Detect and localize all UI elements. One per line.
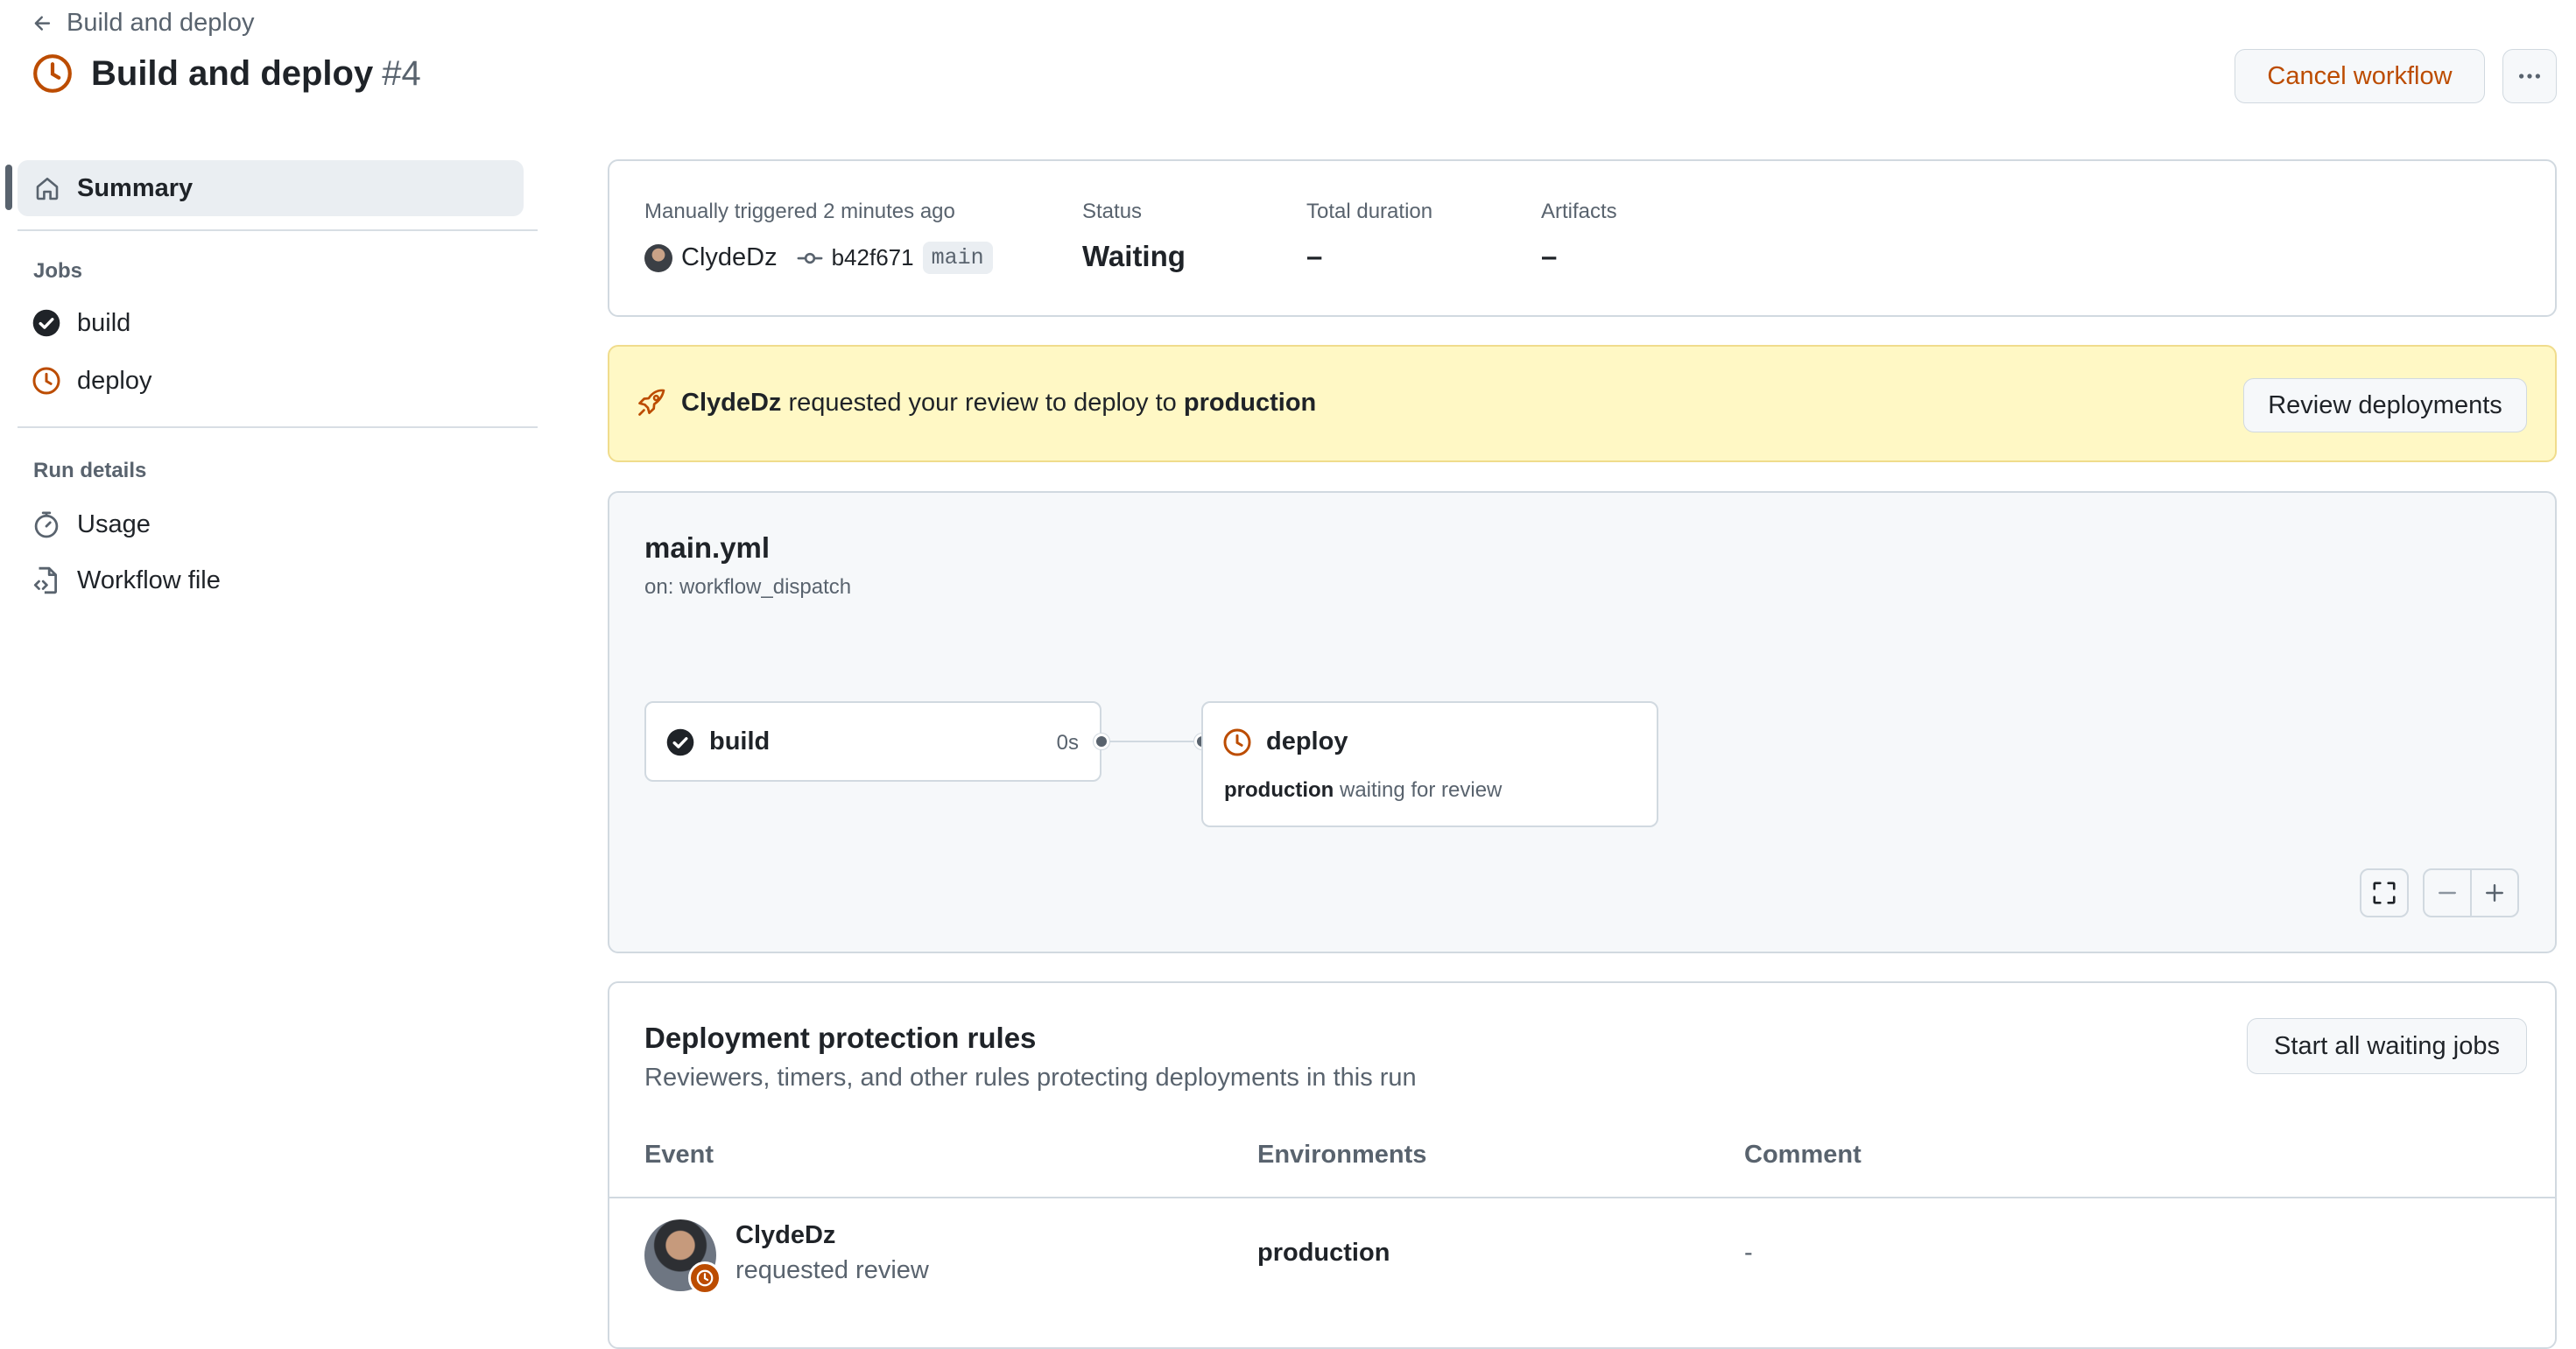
column-header-event: Event xyxy=(644,1141,714,1169)
more-options-button[interactable] xyxy=(2502,49,2557,103)
sidebar-item-label: Workflow file xyxy=(77,566,221,594)
review-deployments-button[interactable]: Review deployments xyxy=(2243,378,2527,432)
screen-full-icon xyxy=(2371,880,2397,906)
plus-icon xyxy=(2482,881,2507,905)
job-connector-line xyxy=(1101,741,1207,742)
check-circle-icon xyxy=(665,727,695,757)
cancel-workflow-button[interactable]: Cancel workflow xyxy=(2235,49,2485,103)
run-summary-card: Manually triggered 2 minutes ago ClydeDz… xyxy=(608,159,2557,317)
branch-tag[interactable]: main xyxy=(922,242,993,274)
job-name: build xyxy=(709,727,771,755)
page-title: Build and deploy #4 xyxy=(32,53,421,95)
column-header-environments: Environments xyxy=(1257,1141,1427,1169)
git-commit-icon xyxy=(797,245,823,271)
row-action: requested review xyxy=(735,1256,929,1284)
stopwatch-icon xyxy=(32,509,61,539)
actor-commit-row: ClydeDz b42f671 main xyxy=(644,242,993,274)
commit-sha[interactable]: b42f671 xyxy=(832,244,914,271)
back-link[interactable]: Build and deploy xyxy=(32,9,254,38)
zoom-in-button[interactable] xyxy=(2470,868,2519,917)
actor-name[interactable]: ClydeDz xyxy=(681,243,778,272)
workflow-trigger: on: workflow_dispatch xyxy=(644,575,852,599)
duration-label: Total duration xyxy=(1306,200,1433,223)
run-number: #4 xyxy=(382,53,421,93)
fullscreen-button[interactable] xyxy=(2360,868,2409,917)
review-banner: ClydeDz requested your review to deploy … xyxy=(608,345,2557,462)
divider xyxy=(18,426,538,428)
status-value: Waiting xyxy=(1082,240,1186,272)
sidebar-item-label: Usage xyxy=(77,509,151,538)
check-circle-icon xyxy=(32,308,61,338)
column-header-comment: Comment xyxy=(1744,1141,1862,1169)
trigger-text: Manually triggered 2 minutes ago xyxy=(644,200,955,223)
rules-subtitle: Reviewers, timers, and other rules prote… xyxy=(644,1064,1417,1092)
job-name: deploy xyxy=(1266,727,1348,755)
kebab-horizontal-icon xyxy=(2516,63,2543,89)
file-code-icon xyxy=(32,566,61,595)
review-message: ClydeDz requested your review to deploy … xyxy=(636,387,1316,418)
start-all-waiting-jobs-button[interactable]: Start all waiting jobs xyxy=(2247,1018,2527,1074)
sidebar-item-deploy[interactable]: deploy xyxy=(32,366,151,396)
sidebar-item-label: deploy xyxy=(77,366,152,395)
artifacts-label: Artifacts xyxy=(1541,200,1617,223)
run-details-heading: Run details xyxy=(33,459,147,482)
clock-icon xyxy=(32,366,61,396)
job-node-deploy[interactable]: deploy production waiting for review xyxy=(1201,701,1658,827)
row-comment: - xyxy=(1744,1239,1753,1267)
status-label: Status xyxy=(1082,200,1143,223)
back-link-label: Build and deploy xyxy=(67,9,255,37)
row-environment: production xyxy=(1257,1239,1390,1267)
sidebar-item-label: Summary xyxy=(77,173,194,202)
active-indicator xyxy=(5,165,12,210)
job-environment: production xyxy=(1224,778,1334,802)
review-environment: production xyxy=(1183,388,1317,417)
workflow-filename[interactable]: main.yml xyxy=(644,531,770,565)
table-row: ClydeDz requested review production - xyxy=(609,1198,2555,1303)
dash-icon xyxy=(2435,881,2460,905)
sidebar-item-workflow-file[interactable]: Workflow file xyxy=(32,566,221,595)
page-title-text: Build and deploy xyxy=(91,53,374,93)
workflow-graph-card: main.yml on: workflow_dispatch build 0s … xyxy=(608,491,2557,953)
avatar xyxy=(644,243,672,272)
clock-icon xyxy=(1222,727,1252,757)
duration-value: – xyxy=(1306,240,1323,272)
zoom-out-button[interactable] xyxy=(2423,868,2472,917)
clock-icon xyxy=(32,53,74,95)
sidebar-item-label: build xyxy=(77,308,131,337)
rules-title: Deployment protection rules xyxy=(644,1022,1037,1054)
job-note: waiting for review xyxy=(1339,778,1503,802)
clock-icon xyxy=(688,1261,721,1295)
review-text: requested your review to deploy to xyxy=(788,388,1177,417)
home-icon xyxy=(33,174,61,202)
row-user[interactable]: ClydeDz xyxy=(735,1221,835,1250)
artifacts-value: – xyxy=(1541,240,1558,272)
sidebar-item-usage[interactable]: Usage xyxy=(32,509,151,539)
job-duration: 0s xyxy=(1056,731,1079,755)
sidebar-item-build[interactable]: build xyxy=(32,308,130,338)
job-waiting-note: production waiting for review xyxy=(1224,778,1502,803)
sidebar-item-summary[interactable]: Summary xyxy=(18,160,524,216)
arrow-left-icon xyxy=(32,12,54,35)
job-node-build[interactable]: build 0s xyxy=(644,701,1101,782)
avatar xyxy=(644,1219,721,1295)
rocket-icon xyxy=(636,387,667,418)
connector-dot xyxy=(1094,734,1109,749)
jobs-heading: Jobs xyxy=(33,259,83,283)
review-actor[interactable]: ClydeDz xyxy=(681,389,781,417)
deployment-protection-rules-card: Deployment protection rules Reviewers, t… xyxy=(608,981,2557,1349)
divider xyxy=(18,229,538,231)
